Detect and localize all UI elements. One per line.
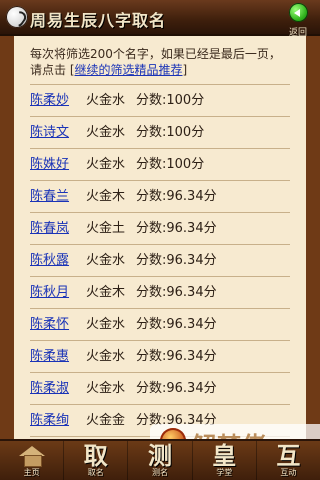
names-panel: 每次将筛选200个名字，如果已经是最后一页，请点击 [继续的筛选精品推荐] 陈柔… <box>14 36 306 439</box>
nav-learning-glyph: 皇 <box>212 442 237 470</box>
elements-text: 火金水 <box>86 381 126 396</box>
score-text: 分数:96.34分 <box>136 349 217 364</box>
name-row[interactable]: 陈柔妙 火金水 分数:100分 <box>30 84 290 116</box>
name-link[interactable]: 陈秋月 <box>30 277 86 308</box>
app-header: 周易生辰八字取名 返回 <box>0 0 320 38</box>
name-link[interactable]: 陈春兰 <box>30 181 86 212</box>
name-row[interactable]: 陈柔惠 火金水 分数:96.34分 <box>30 340 290 372</box>
score-text: 分数:100分 <box>136 157 205 172</box>
elements-text: 火金水 <box>86 253 126 268</box>
score-text: 分数:96.34分 <box>136 285 217 300</box>
name-link[interactable]: 陈柔惠 <box>30 341 86 372</box>
elements-text: 火金水 <box>86 125 126 140</box>
name-row[interactable]: 陈春岚 火金土 分数:96.34分 <box>30 212 290 244</box>
score-text: 分数:100分 <box>136 125 205 140</box>
name-row[interactable]: 陈秋露 火金水 分数:96.34分 <box>30 244 290 276</box>
elements-text: 火金水 <box>86 93 126 108</box>
nav-interaction[interactable]: 互 互动 <box>257 441 320 480</box>
nav-naming[interactable]: 取 取名 <box>64 441 129 480</box>
nav-interaction-label: 互动 <box>280 468 297 477</box>
bottom-navigation: 主页 取 取名 测 测名 皇 学堂 互 互动 <box>0 439 320 480</box>
score-text: 分数:96.34分 <box>136 221 217 236</box>
content-area: 每次将筛选200个名字，如果已经是最后一页，请点击 [继续的筛选精品推荐] 陈柔… <box>0 36 320 439</box>
name-link[interactable]: 陈柔绚 <box>30 405 86 436</box>
elements-text: 火金土 <box>86 221 126 236</box>
score-text: 分数:96.34分 <box>136 381 217 396</box>
elements-text: 火金水 <box>86 317 126 332</box>
back-arrow-icon <box>289 3 308 22</box>
name-row[interactable]: 陈春兰 火金木 分数:96.34分 <box>30 180 290 212</box>
name-link[interactable]: 陈柔妙 <box>30 85 86 116</box>
score-text: 分数:96.34分 <box>136 317 217 332</box>
name-row[interactable]: 陈秋月 火金木 分数:96.34分 <box>30 276 290 308</box>
elements-text: 火金水 <box>86 157 126 172</box>
name-row[interactable]: 陈柔怀 火金水 分数:96.34分 <box>30 308 290 340</box>
nav-home[interactable]: 主页 <box>0 441 65 480</box>
nav-interaction-glyph: 互 <box>276 442 301 470</box>
name-row[interactable]: 陈姝好 火金水 分数:100分 <box>30 148 290 180</box>
name-row[interactable]: 陈柔淑 火金水 分数:96.34分 <box>30 372 290 404</box>
name-link[interactable]: 陈秋露 <box>30 245 86 276</box>
name-link[interactable]: 陈诗文 <box>30 117 86 148</box>
recommended-names-link[interactable]: 继续的筛选精品推荐 <box>75 63 183 77</box>
name-link[interactable]: 陈春岚 <box>30 213 86 244</box>
nav-learning-label: 学堂 <box>216 468 233 477</box>
name-list: 陈柔妙 火金水 分数:100分 陈诗文 火金水 分数:100分 陈姝好 火金水 分数:100… <box>30 84 290 437</box>
name-link[interactable]: 陈柔怀 <box>30 309 86 340</box>
nav-test-name-label: 测名 <box>152 468 168 477</box>
elements-text: 火金木 <box>86 189 126 204</box>
elements-text: 火金金 <box>86 413 126 428</box>
name-link[interactable]: 陈柔淑 <box>30 373 86 404</box>
back-button[interactable]: 返回 <box>282 3 314 38</box>
nav-naming-glyph: 取 <box>83 442 108 470</box>
name-link[interactable]: 陈姝好 <box>30 149 86 180</box>
score-text: 分数:100分 <box>136 93 205 108</box>
nav-learning[interactable]: 皇 学堂 <box>193 441 257 480</box>
elements-text: 火金水 <box>86 349 126 364</box>
bottom-nav-bar: 主页 取 取名 测 测名 皇 学堂 互 互动 <box>0 441 320 480</box>
score-text: 分数:96.34分 <box>136 189 217 204</box>
score-text: 分数:96.34分 <box>136 253 217 268</box>
intro-text: 每次将筛选200个名字，如果已经是最后一页，请点击 [继续的筛选精品推荐] <box>30 46 290 78</box>
nav-naming-label: 取名 <box>87 468 104 477</box>
nav-home-label: 主页 <box>23 468 40 477</box>
name-row[interactable]: 陈诗文 火金水 分数:100分 <box>30 116 290 148</box>
house-icon <box>18 446 45 467</box>
nav-test-name[interactable]: 测 测名 <box>128 441 193 480</box>
page-title: 周易生辰八字取名 <box>30 11 167 30</box>
intro-suffix: ] <box>182 63 188 77</box>
nav-test-name-glyph: 测 <box>148 442 172 470</box>
elements-text: 火金木 <box>86 285 126 300</box>
app-logo-icon <box>6 6 28 28</box>
